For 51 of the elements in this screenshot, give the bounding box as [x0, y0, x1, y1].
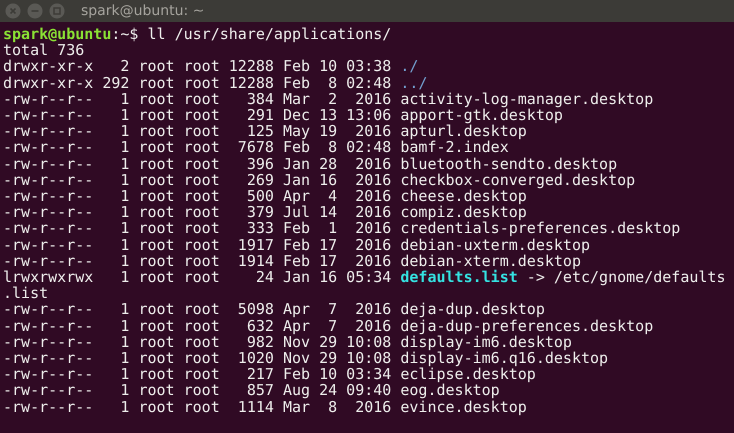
command-text: ll /usr/share/applications/: [148, 25, 392, 43]
file-details: -rw-r--r-- 1 root root 857 Aug 24 09:40: [3, 381, 392, 400]
file-name: apport-gtk.desktop: [400, 106, 563, 124]
file-name: eclipse.desktop: [400, 365, 536, 384]
file-name: deja-dup-preferences.desktop: [400, 316, 654, 335]
prompt-user-host: spark@ubuntu: [3, 25, 112, 43]
file-details: -rw-r--r-- 1 root root 384 Mar 2 2016: [3, 90, 392, 108]
file-details: -rw-r--r-- 1 root root 379 Jul 14 2016: [3, 203, 392, 222]
prompt-path: :~$: [111, 25, 140, 43]
minimize-icon[interactable]: [27, 3, 43, 19]
symlink-name: defaults.list: [400, 268, 518, 286]
file-name: bluetooth-sendto.desktop: [400, 154, 618, 173]
maximize-icon[interactable]: [49, 3, 65, 19]
file-details: -rw-r--r-- 1 root root 333 Feb 1 2016: [3, 219, 392, 238]
file-name: evince.desktop: [400, 398, 527, 416]
file-name: cheese.desktop: [400, 187, 527, 206]
file-details: -rw-r--r-- 1 root root 291 Dec 13 13:06: [3, 106, 392, 124]
file-details: -rw-r--r-- 1 root root 1917 Feb 17 2016: [3, 236, 392, 254]
file-details: -rw-r--r-- 1 root root 396 Jan 28 2016: [3, 154, 392, 173]
file-details: -rw-r--r-- 1 root root 269 Jan 16 2016: [3, 170, 392, 189]
file-details: -rw-r--r-- 1 root root 500 Apr 4 2016: [3, 187, 392, 206]
close-icon[interactable]: [5, 3, 21, 19]
file-details: -rw-r--r-- 1 root root 1114 Mar 8 2016: [3, 398, 392, 416]
file-details: lrwxrwxrwx 1 root root 24 Jan 16 05:34: [3, 268, 392, 286]
symlink-target: -> /etc/gnome/defaults: [526, 268, 726, 286]
file-name: debian-xterm.desktop: [400, 252, 581, 270]
file-name: deja-dup.desktop: [400, 300, 545, 318]
directory-name: ../: [400, 74, 428, 92]
file-name: eog.desktop: [400, 381, 500, 400]
file-name: checkbox-converged.desktop: [400, 170, 636, 189]
directory-name: ./: [400, 57, 418, 76]
file-details: drwxr-xr-x 2 root root 12288 Feb 10 03:38: [3, 57, 392, 76]
file-name: display-im6.q16.desktop: [400, 349, 608, 368]
file-name: bamf-2.index: [400, 138, 509, 156]
file-details: drwxr-xr-x 292 root root 12288 Feb 8 02:48: [3, 74, 392, 92]
file-name: compiz.desktop: [400, 203, 527, 222]
file-details: -rw-r--r-- 1 root root 7678 Feb 8 02:48: [3, 138, 392, 156]
file-name: credentials-preferences.desktop: [400, 219, 680, 238]
file-details: -rw-r--r-- 1 root root 5098 Apr 7 2016: [3, 300, 392, 318]
file-details: -rw-r--r-- 1 root root 125 May 19 2016: [3, 122, 392, 140]
file-name: apturl.desktop: [400, 122, 527, 140]
file-details: -rw-r--r-- 1 root root 632 Apr 7 2016: [3, 316, 392, 335]
window-title: spark@ubuntu: ~: [81, 3, 204, 19]
file-details: -rw-r--r-- 1 root root 1914 Feb 17 2016: [3, 252, 392, 270]
symlink-target: .list: [3, 284, 48, 302]
total-line: total 736: [3, 41, 84, 60]
file-details: -rw-r--r-- 1 root root 217 Feb 10 03:34: [3, 365, 392, 384]
file-name: display-im6.desktop: [400, 332, 572, 351]
file-name: debian-uxterm.desktop: [400, 236, 590, 254]
file-details: -rw-r--r-- 1 root root 1020 Nov 29 10:08: [3, 349, 392, 368]
file-name: activity-log-manager.desktop: [400, 90, 654, 108]
